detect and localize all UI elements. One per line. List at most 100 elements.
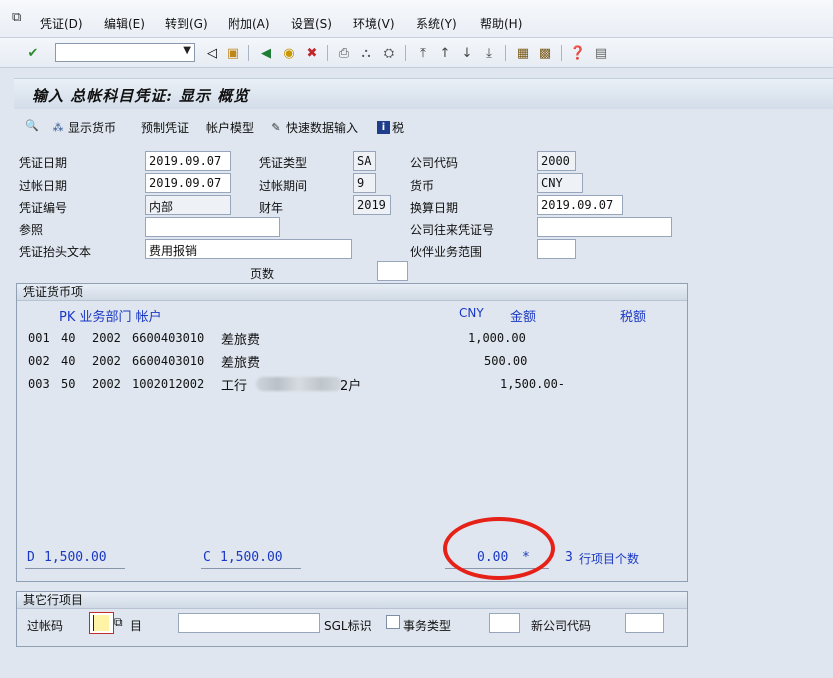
reference-field[interactable] [145, 217, 280, 237]
menu-icon[interactable]: ⧉ [12, 10, 28, 26]
posting-key-field[interactable] [89, 612, 114, 634]
partner-label: 伙伴业务范围 [410, 245, 483, 259]
new-company-code-field[interactable] [625, 613, 664, 633]
menu-settings[interactable]: 设置(S) [291, 15, 332, 32]
row-account: 6600403010 [132, 354, 205, 368]
header-text-field[interactable]: 费用报销 [145, 239, 352, 259]
menu-document[interactable]: 凭证(D) [40, 15, 83, 32]
items-group-title: 凭证货币项 [17, 284, 687, 301]
sgl-indicator-field[interactable] [386, 615, 400, 629]
doc-type-label: 凭证类型 [259, 156, 308, 170]
row-line-number: 002 [28, 354, 50, 368]
page-field[interactable] [377, 261, 408, 281]
other-item-group-title: 其它行项目 [17, 592, 687, 609]
account-model-label: 帐户模型 [206, 121, 255, 135]
layout-icon[interactable]: ▤ [592, 44, 610, 62]
account-model-button[interactable]: 帐户模型 [206, 119, 254, 136]
debit-underline [25, 568, 125, 569]
company-code-label: 公司代码 [410, 156, 459, 170]
transaction-type-field[interactable] [489, 613, 520, 633]
row-line-number: 001 [28, 331, 50, 345]
show-currency-button[interactable]: ⁂ 显示货币 [50, 119, 117, 136]
exit-icon[interactable]: ◉ [280, 44, 298, 62]
row-line-number: 003 [28, 377, 50, 391]
menu-system[interactable]: 系统(Y) [416, 15, 457, 32]
translation-date-field[interactable]: 2019.09.07 [537, 195, 623, 215]
intercompany-field[interactable] [537, 217, 672, 237]
menu-goto[interactable]: 转到(G) [165, 15, 208, 32]
park-label: 预制凭证 [141, 121, 190, 135]
partner-field[interactable] [537, 239, 576, 259]
back-icon[interactable]: ◀ [257, 44, 275, 62]
toolbar-separator [248, 45, 249, 61]
items-list: PK 业务部门 帐户 CNY 金额 税额 001 40 2002 6600403… [17, 302, 687, 581]
fast-entry-button[interactable]: ✎ 快速数据输入 [268, 119, 358, 136]
currency-label: 货币 [410, 179, 435, 193]
standard-toolbar: ✔ ▼ ◁ ▣ ◀ ◉ ✖ ⎙ ⛬ ⛭ ⤒ ↑ ↓ ⤓ ▦ ▩ ❓ ▤ [0, 38, 833, 68]
doc-number-label: 凭证编号 [19, 201, 68, 215]
posting-key-label: 过帐码 [27, 619, 64, 633]
doc-date-field[interactable]: 2019.09.07 [145, 151, 231, 171]
item-count: 3 [565, 550, 573, 565]
posting-date-field[interactable]: 2019.09.07 [145, 173, 231, 193]
next-page-icon[interactable]: ↓ [458, 44, 476, 62]
show-currency-label: 显示货币 [68, 121, 117, 135]
posting-date-label: 过帐日期 [19, 179, 68, 193]
left-arrow-icon[interactable]: ◁ [203, 44, 221, 62]
currency-field[interactable]: CNY [537, 173, 583, 193]
find-next-icon[interactable]: ⛭ [380, 44, 398, 62]
doc-date-label: 凭证日期 [19, 156, 68, 170]
last-page-icon[interactable]: ⤓ [480, 44, 498, 62]
credit-underline [201, 568, 301, 569]
page-label: 页数 [250, 267, 275, 281]
shortcut-icon[interactable]: ▩ [536, 44, 554, 62]
menu-environment[interactable]: 环境(V) [353, 15, 395, 32]
menu-help[interactable]: 帮助(H) [480, 15, 522, 32]
previous-page-icon[interactable]: ↑ [436, 44, 454, 62]
row-account-text: 工行 [221, 379, 248, 394]
toolbar-separator [561, 45, 562, 61]
park-button[interactable]: 预制凭证 [141, 119, 189, 136]
new-session-icon[interactable]: ▦ [514, 44, 532, 62]
tax-button[interactable]: i 税 [377, 119, 404, 136]
menu-edit[interactable]: 编辑(E) [104, 15, 145, 32]
cancel-icon[interactable]: ✖ [303, 44, 321, 62]
row-business-area: 2002 [92, 331, 121, 345]
title-bar: 输入 总帐科目凭证: 显示 概览 [14, 78, 833, 109]
toolbar-separator [405, 45, 406, 61]
chevron-down-icon[interactable]: ▼ [183, 45, 191, 56]
toolbar-separator [327, 45, 328, 61]
doc-type-field[interactable]: SA [353, 151, 376, 171]
account-label: 目 [130, 619, 143, 633]
credit-total: 1,500.00 [220, 550, 283, 565]
currency-header: CNY [459, 306, 484, 320]
tax-label: 税 [392, 121, 405, 135]
fiscal-year-field[interactable]: 2019 [353, 195, 391, 215]
find-icon[interactable]: ⛬ [357, 44, 375, 62]
doc-number-field[interactable]: 内部 [145, 195, 231, 215]
account-field[interactable] [178, 613, 320, 633]
menu-bar: ⧉ 凭证(D) 编辑(E) 转到(G) 附加(A) 设置(S) 环境(V) 系统… [0, 0, 833, 38]
debit-prefix: D [27, 550, 35, 565]
amount-header: 金额 [510, 310, 537, 325]
translation-date-label: 换算日期 [410, 201, 459, 215]
enter-icon[interactable]: ✔ [24, 44, 42, 62]
company-code-field[interactable]: 2000 [537, 151, 576, 171]
row-account-text: 差旅费 [221, 333, 261, 348]
transaction-type-label: 事务类型 [403, 619, 452, 633]
fast-entry-label: 快速数据输入 [286, 121, 359, 135]
row-account: 6600403010 [132, 331, 205, 345]
menu-extras[interactable]: 附加(A) [228, 15, 270, 32]
period-field[interactable]: 9 [353, 173, 376, 193]
save-icon[interactable]: ▣ [224, 44, 242, 62]
print-icon[interactable]: ⎙ [335, 44, 353, 62]
edit-pencil-icon: ✎ [271, 120, 281, 134]
help-icon[interactable]: ❓ [569, 44, 587, 62]
multiple-selection-icon[interactable]: ⧉ [114, 615, 123, 630]
row-posting-key: 50 [61, 377, 76, 391]
intercompany-label: 公司往来凭证号 [410, 223, 495, 237]
command-field[interactable]: ▼ [55, 43, 195, 62]
display-doc-button[interactable]: 🔍 [24, 119, 40, 133]
first-page-icon[interactable]: ⤒ [414, 44, 432, 62]
row-business-area: 2002 [92, 354, 121, 368]
